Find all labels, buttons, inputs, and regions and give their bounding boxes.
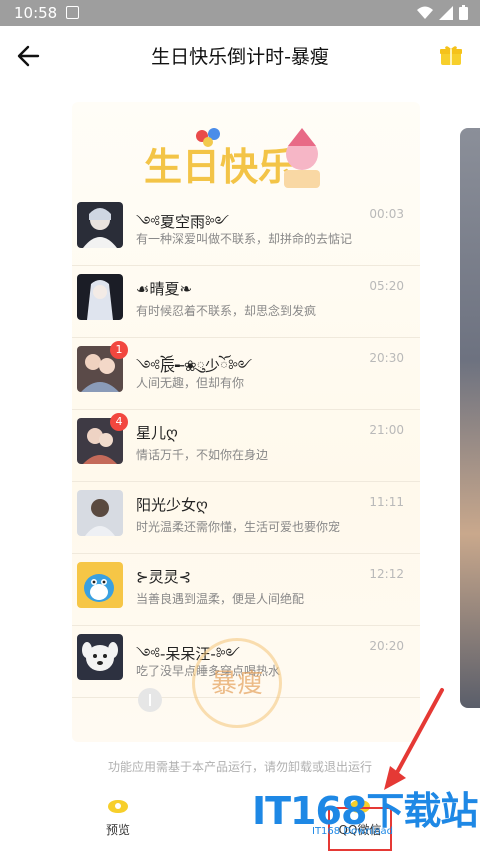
status-bar: 10:58	[0, 0, 480, 26]
page-title: 生日快乐倒计时-暴瘦	[151, 46, 329, 68]
message-preview: 情话万千，不如你在身边	[136, 448, 269, 462]
unread-badge: 4	[110, 413, 128, 431]
message-time: 20:30	[369, 351, 404, 365]
status-time: 10:58	[14, 4, 58, 22]
tab-label: 预览	[105, 823, 130, 837]
message-preview: 有一种深爱叫做不联系，却拼命的去惦记	[136, 232, 353, 246]
brand-sub: IT168 Download	[312, 826, 394, 837]
list-item[interactable]: ༺夏空雨༻ 有一种深爱叫做不联系，却拼命的去惦记 00:03	[72, 194, 420, 266]
info-button[interactable]	[138, 688, 162, 712]
next-preview-peek[interactable]	[460, 128, 480, 708]
contact-name: ⊱灵灵⊰	[136, 568, 192, 586]
info-icon	[149, 694, 151, 706]
app-bar: 生日快乐倒计时-暴瘦	[0, 26, 480, 86]
message-preview: 当善良遇到温柔，便是人间绝配	[136, 592, 305, 606]
message-preview: 时光温柔还需你懂，生活可爱也要你宠	[136, 520, 341, 534]
gift-icon[interactable]	[440, 44, 462, 66]
avatar	[77, 490, 123, 536]
list-item[interactable]: ⊱灵灵⊰ 当善良遇到温柔，便是人间绝配 12:12	[72, 554, 420, 626]
contact-name: 星儿ღ	[136, 424, 178, 442]
contact-name: 阳光少女ღ	[136, 496, 208, 514]
banner-decoration: 生日快乐	[144, 128, 320, 189]
avatar	[77, 562, 123, 608]
list-item[interactable]: 1 ༺ོ辰╾❀ུ少ོ༻ 人间无趣，但却有你 20:30	[72, 338, 420, 410]
message-time: 21:00	[369, 423, 404, 437]
message-time: 05:20	[369, 279, 404, 293]
contact-name: ☙晴夏❧	[136, 280, 193, 298]
message-preview: 有时候忍着不联系，却思念到发疯	[136, 304, 317, 318]
wifi-icon	[417, 6, 433, 19]
message-preview: 人间无趣，但却有你	[136, 376, 245, 390]
status-icons	[417, 5, 468, 20]
list-item[interactable]: ☙晴夏❧ 有时候忍着不联系，却思念到发疯 05:20	[72, 266, 420, 338]
battery-icon	[459, 5, 468, 20]
avatar	[77, 202, 123, 248]
notification-icon	[66, 6, 79, 19]
avatar	[77, 634, 123, 680]
brand-watermark: IT168下载站 IT168 Download	[232, 770, 478, 840]
message-list: ༺夏空雨༻ 有一种深爱叫做不联系，却拼命的去惦记 00:03 ☙晴夏❧ 有时候忍…	[72, 194, 420, 698]
watermark-seal: 暴瘦	[192, 638, 282, 728]
signal-icon	[439, 5, 453, 20]
unread-badge: 1	[110, 341, 128, 359]
list-item[interactable]: 4 星儿ღ 情话万千，不如你在身边 21:00	[72, 410, 420, 482]
watermark-text: 暴瘦	[210, 669, 263, 699]
list-item[interactable]: 阳光少女ღ 时光温柔还需你懂，生活可爱也要你宠 11:11	[72, 482, 420, 554]
tab-preview[interactable]: 预览	[104, 800, 132, 838]
message-time: 12:12	[369, 567, 404, 581]
svg-text:生日快乐: 生日快乐	[144, 144, 296, 189]
message-time: 20:20	[369, 639, 404, 653]
avatar	[77, 274, 123, 320]
message-time: 00:03	[369, 207, 404, 221]
message-time: 11:11	[369, 495, 404, 509]
eye-icon	[108, 800, 128, 813]
